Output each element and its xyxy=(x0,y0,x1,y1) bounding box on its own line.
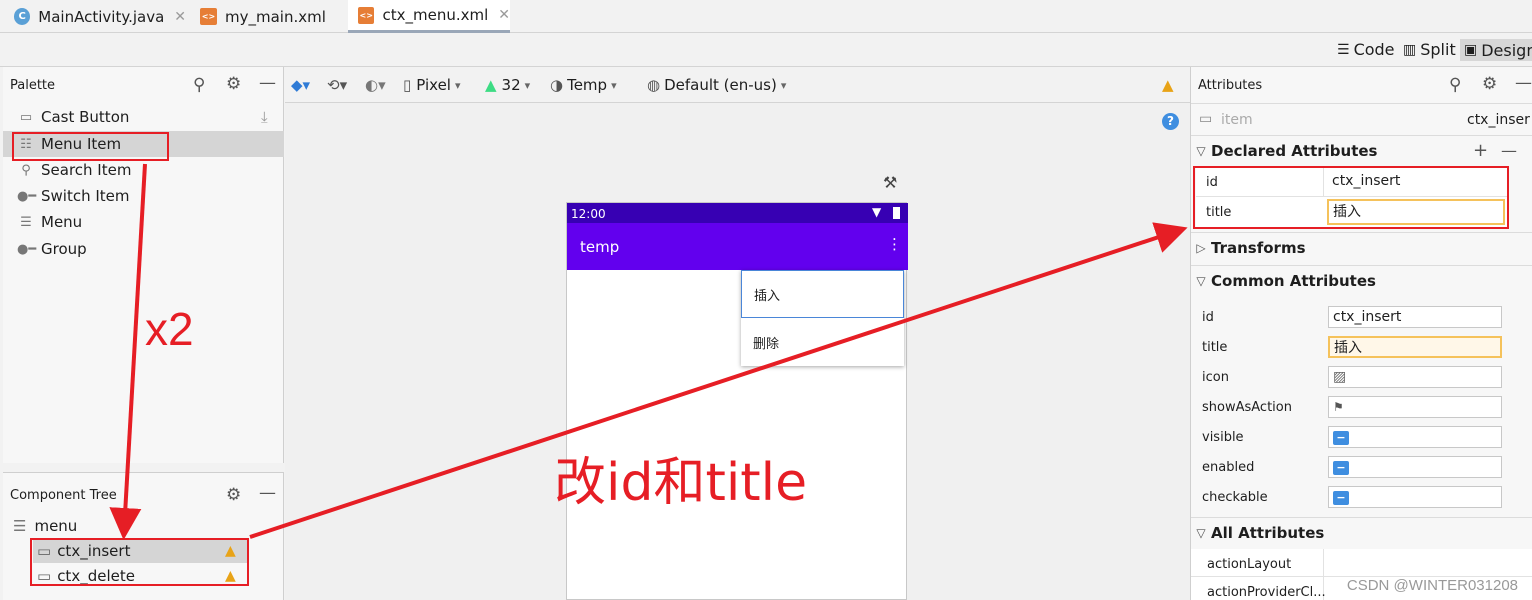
arrow-palette-to-tree xyxy=(109,163,147,540)
watermark-text: CSDN @WINTER031208 xyxy=(1346,577,1518,594)
annotation-arrows xyxy=(109,163,1188,540)
arrow-tree-to-attributes xyxy=(249,222,1188,539)
